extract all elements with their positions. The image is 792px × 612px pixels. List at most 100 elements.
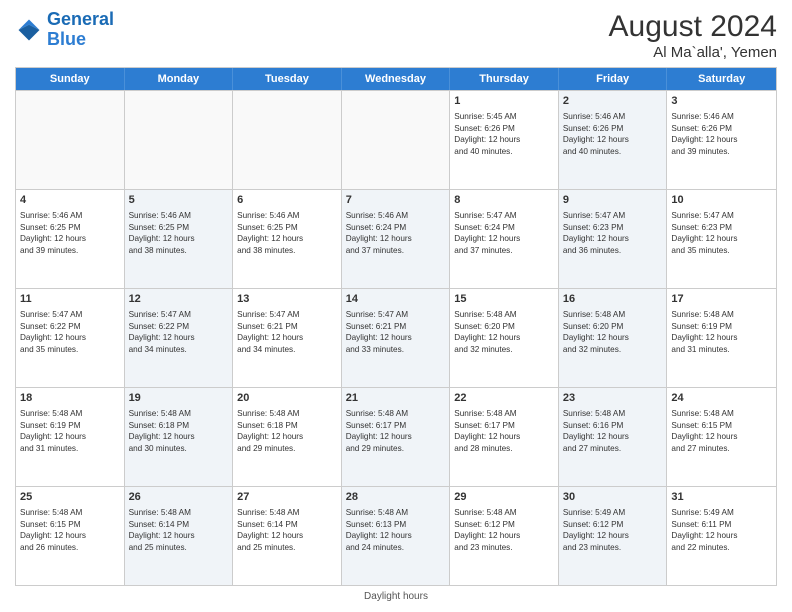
day-info-line: Sunset: 6:17 PM — [454, 420, 554, 431]
day-info-line: Daylight: 12 hours — [671, 431, 772, 442]
day-cell-12: 12 Sunrise: 5:47 AMSunset: 6:22 PMDayligh… — [125, 289, 234, 387]
day-number: 27 — [237, 490, 337, 505]
day-info-line: Daylight: 12 hours — [671, 134, 772, 145]
day-info-line: Sunset: 6:11 PM — [671, 519, 772, 530]
day-cell-6: 6Sunrise: 5:46 AMSunset: 6:25 PMDaylight… — [233, 190, 342, 288]
day-info-line: Sunrise: 5:47 AM — [129, 309, 229, 320]
day-cell-17: 17Sunrise: 5:48 AMSunset: 6:19 PMDayligh… — [667, 289, 776, 387]
day-number: 26 — [129, 490, 229, 505]
day-info-line: and 25 minutes. — [129, 542, 229, 553]
day-info-line: Sunrise: 5:48 AM — [129, 408, 229, 419]
day-info-line: Sunrise: 5:47 AM — [671, 210, 772, 221]
day-cell-31: 31Sunrise: 5:49 AMSunset: 6:11 PMDayligh… — [667, 487, 776, 585]
day-number: 22 — [454, 391, 554, 406]
day-info-line: Sunset: 6:22 PM — [129, 321, 229, 332]
day-info-line: Sunrise: 5:46 AM — [346, 210, 446, 221]
day-info-line: Daylight: 12 hours — [129, 332, 229, 343]
day-info-line: Sunset: 6:14 PM — [237, 519, 337, 530]
day-info-line: Daylight: 12 hours — [454, 233, 554, 244]
day-info-line: and 33 minutes. — [346, 344, 446, 355]
day-cell-1: 1Sunrise: 5:45 AMSunset: 6:26 PMDaylight… — [450, 91, 559, 189]
day-info-line: Sunrise: 5:48 AM — [346, 507, 446, 518]
day-cell-3: 3Sunrise: 5:46 AMSunset: 6:26 PMDaylight… — [667, 91, 776, 189]
day-info-line: Sunset: 6:20 PM — [563, 321, 663, 332]
main-title: August 2024 — [609, 10, 777, 44]
day-info-line: Sunrise: 5:48 AM — [454, 507, 554, 518]
day-info-line: and 32 minutes. — [563, 344, 663, 355]
logo-blue: Blue — [47, 29, 86, 49]
weekday-header-thursday: Thursday — [450, 68, 559, 90]
day-info-line: and 30 minutes. — [129, 443, 229, 454]
day-number: 12 — [129, 292, 229, 307]
day-info-line: Sunset: 6:18 PM — [129, 420, 229, 431]
day-info-line: and 23 minutes. — [563, 542, 663, 553]
header: General Blue August 2024 Al Ma`alla', Ye… — [15, 10, 777, 61]
day-cell-13: 13Sunrise: 5:47 AMSunset: 6:21 PMDayligh… — [233, 289, 342, 387]
day-info-line: Sunset: 6:24 PM — [346, 222, 446, 233]
day-info-line: Sunrise: 5:48 AM — [237, 408, 337, 419]
day-number: 5 — [129, 193, 229, 208]
empty-cell — [342, 91, 451, 189]
day-info-line: and 27 minutes. — [671, 443, 772, 454]
day-cell-24: 24Sunrise: 5:48 AMSunset: 6:15 PMDayligh… — [667, 388, 776, 486]
day-cell-25: 25Sunrise: 5:48 AMSunset: 6:15 PMDayligh… — [16, 487, 125, 585]
day-info-line: Sunset: 6:26 PM — [454, 123, 554, 134]
day-info-line: Daylight: 12 hours — [20, 530, 120, 541]
day-info-line: Sunrise: 5:46 AM — [563, 111, 663, 122]
day-info-line: and 24 minutes. — [346, 542, 446, 553]
day-info-line: Sunset: 6:23 PM — [563, 222, 663, 233]
day-info-line: Daylight: 12 hours — [237, 431, 337, 442]
day-info-line: Sunrise: 5:47 AM — [454, 210, 554, 221]
day-number: 13 — [237, 292, 337, 307]
day-info-line: and 34 minutes. — [237, 344, 337, 355]
day-info-line: Daylight: 12 hours — [671, 530, 772, 541]
calendar-row-0: 1Sunrise: 5:45 AMSunset: 6:26 PMDaylight… — [16, 90, 776, 189]
day-info-line: Daylight: 12 hours — [454, 431, 554, 442]
day-info-line: Sunset: 6:25 PM — [237, 222, 337, 233]
day-info-line: Daylight: 12 hours — [563, 134, 663, 145]
day-info-line: Sunrise: 5:45 AM — [454, 111, 554, 122]
day-info-line: Sunrise: 5:48 AM — [454, 408, 554, 419]
day-cell-15: 15Sunrise: 5:48 AMSunset: 6:20 PMDayligh… — [450, 289, 559, 387]
day-info-line: Sunset: 6:21 PM — [237, 321, 337, 332]
day-number: 11 — [20, 292, 120, 307]
day-number: 10 — [671, 193, 772, 208]
day-cell-23: 23Sunrise: 5:48 AMSunset: 6:16 PMDayligh… — [559, 388, 668, 486]
day-info-line: Sunrise: 5:48 AM — [129, 507, 229, 518]
day-number: 25 — [20, 490, 120, 505]
day-number: 28 — [346, 490, 446, 505]
day-info-line: Sunset: 6:15 PM — [671, 420, 772, 431]
day-info-line: Sunset: 6:22 PM — [20, 321, 120, 332]
day-number: 31 — [671, 490, 772, 505]
day-info-line: Sunrise: 5:47 AM — [237, 309, 337, 320]
empty-cell — [125, 91, 234, 189]
day-info-line: Daylight: 12 hours — [563, 233, 663, 244]
day-number: 15 — [454, 292, 554, 307]
empty-cell — [233, 91, 342, 189]
day-info-line: and 38 minutes. — [129, 245, 229, 256]
day-info-line: Sunset: 6:14 PM — [129, 519, 229, 530]
weekday-header-saturday: Saturday — [667, 68, 776, 90]
day-number: 30 — [563, 490, 663, 505]
day-info-line: Daylight: 12 hours — [346, 431, 446, 442]
day-number: 21 — [346, 391, 446, 406]
day-info-line: Sunset: 6:26 PM — [563, 123, 663, 134]
day-info-line: Daylight: 12 hours — [454, 530, 554, 541]
day-info-line: and 34 minutes. — [129, 344, 229, 355]
day-info-line: and 37 minutes. — [346, 245, 446, 256]
day-number: 8 — [454, 193, 554, 208]
day-cell-26: 26Sunrise: 5:48 AMSunset: 6:14 PMDayligh… — [125, 487, 234, 585]
day-info-line: Daylight: 12 hours — [237, 530, 337, 541]
day-cell-19: 19Sunrise: 5:48 AMSunset: 6:18 PMDayligh… — [125, 388, 234, 486]
calendar-body: 1Sunrise: 5:45 AMSunset: 6:26 PMDaylight… — [16, 90, 776, 585]
day-number: 20 — [237, 391, 337, 406]
day-cell-10: 10Sunrise: 5:47 AMSunset: 6:23 PMDayligh… — [667, 190, 776, 288]
day-info-line: Sunset: 6:12 PM — [454, 519, 554, 530]
day-info-line: Daylight: 12 hours — [671, 332, 772, 343]
day-info-line: and 29 minutes. — [346, 443, 446, 454]
day-cell-2: 2Sunrise: 5:46 AMSunset: 6:26 PMDaylight… — [559, 91, 668, 189]
logo-icon — [15, 16, 43, 44]
day-cell-9: 9Sunrise: 5:47 AMSunset: 6:23 PMDaylight… — [559, 190, 668, 288]
day-info-line: Sunset: 6:23 PM — [671, 222, 772, 233]
day-info-line: Sunrise: 5:46 AM — [237, 210, 337, 221]
